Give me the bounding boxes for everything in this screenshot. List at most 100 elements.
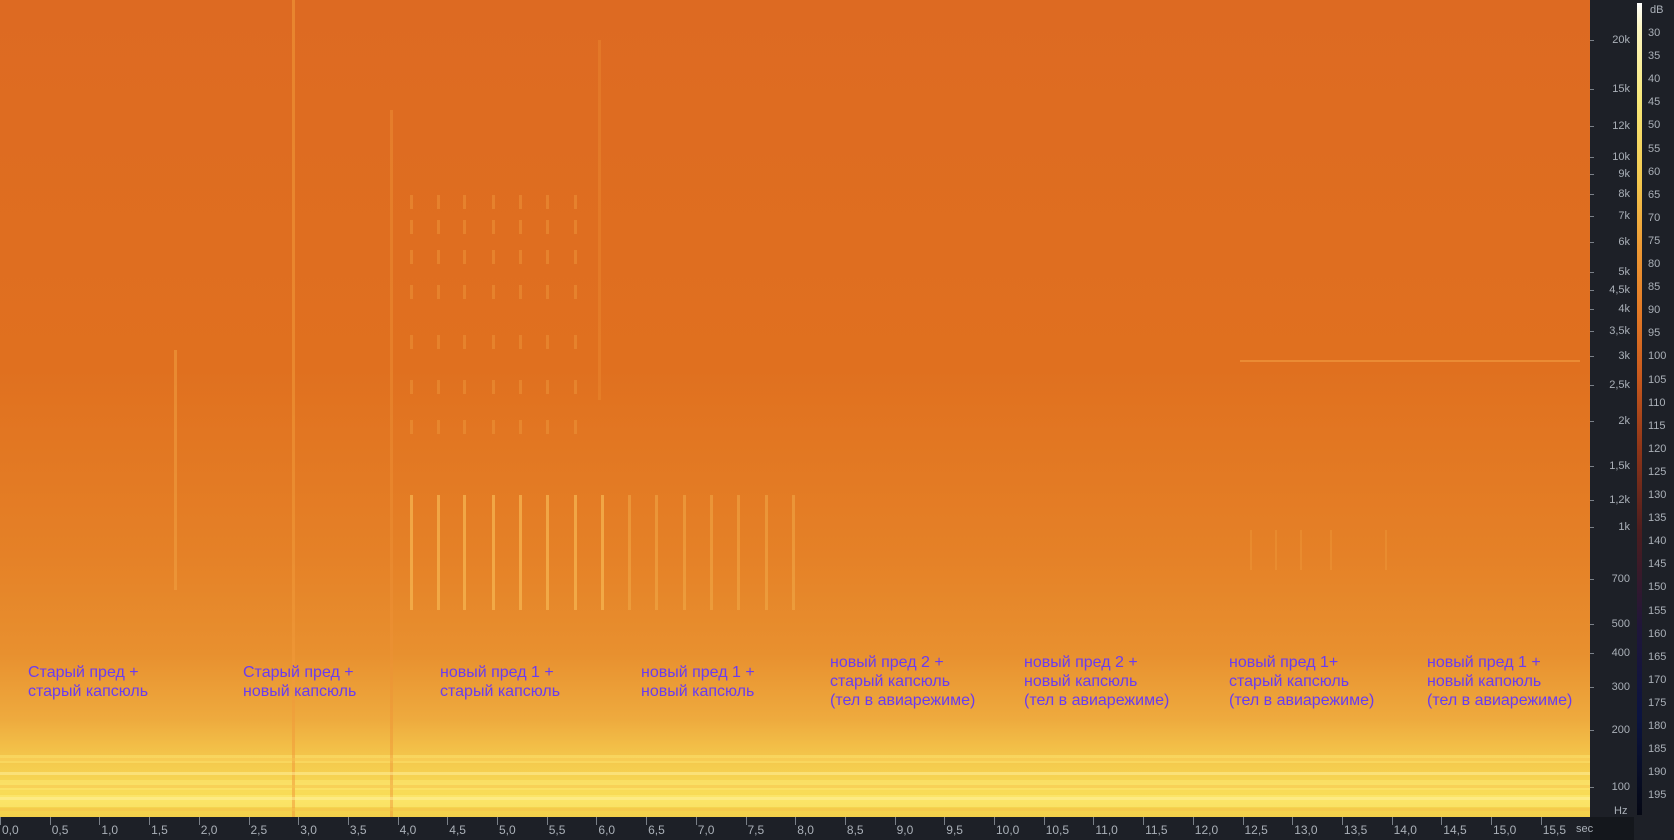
time-tick-mark	[347, 817, 349, 825]
frequency-tick-label: 5k	[1618, 266, 1630, 279]
time-tick-label: 8,0	[797, 823, 814, 837]
spectral-streak	[410, 380, 413, 394]
spectrogram-view[interactable]: Старый пред + старый капсюль Старый пред …	[0, 0, 1590, 817]
time-tick-mark	[99, 817, 101, 825]
frequency-tick-mark	[1590, 686, 1594, 688]
spectral-streak	[546, 250, 549, 264]
spectral-streak	[463, 250, 466, 264]
time-tick-label: 13,5	[1343, 823, 1368, 837]
level-tick-label: 170	[1648, 673, 1667, 686]
spectral-streak	[574, 380, 577, 394]
spectral-streak	[492, 195, 495, 209]
time-tick-label: 5,5	[548, 823, 566, 837]
frequency-tick-mark	[1590, 355, 1594, 357]
spectral-streak	[519, 495, 522, 610]
spectral-streak	[574, 420, 577, 434]
spectral-streak	[437, 420, 440, 434]
time-tick-label: 12,5	[1244, 823, 1268, 837]
time-tick-label: 3,5	[349, 823, 367, 837]
time-tick-mark	[596, 817, 598, 825]
frequency-tick-mark	[1590, 420, 1594, 422]
spectral-streak	[519, 335, 522, 349]
spectral-streak	[0, 808, 1590, 811]
frequency-tick-label: 1k	[1618, 521, 1630, 534]
time-tick-mark	[1540, 817, 1542, 825]
frequency-tick-label: 7k	[1618, 210, 1630, 223]
spectral-streak	[519, 195, 522, 209]
annotation-label: новый пред 1 + старый капсюль	[440, 664, 561, 700]
spectral-streak	[1240, 360, 1580, 362]
frequency-tick-mark	[1590, 174, 1594, 176]
level-tick-label: 60	[1648, 165, 1661, 178]
level-tick-label: 125	[1648, 465, 1667, 478]
level-tick-label: 85	[1648, 281, 1661, 294]
spectral-streak	[574, 195, 577, 209]
time-tick-mark	[497, 817, 498, 825]
spectral-streak	[463, 420, 466, 434]
frequency-tick-mark	[1590, 527, 1594, 529]
time-tick-mark	[447, 817, 449, 825]
frequency-tick-label: 700	[1611, 572, 1630, 585]
frequency-tick-mark	[1590, 272, 1594, 274]
spectral-streak	[574, 250, 577, 264]
time-tick-mark	[844, 817, 846, 825]
level-unit-label: dB	[1650, 4, 1664, 16]
spectral-streak	[519, 285, 522, 299]
level-tick-label: 70	[1648, 211, 1661, 224]
frequency-tick-label: 3,5k	[1609, 324, 1630, 337]
time-tick-label: 10,5	[1045, 823, 1070, 837]
time-tick-mark	[944, 817, 946, 825]
time-tick-label: 5,0	[499, 823, 516, 837]
level-tick-label: 105	[1648, 373, 1667, 386]
level-tick-label: 50	[1648, 119, 1661, 132]
frequency-tick-label: 300	[1611, 680, 1630, 693]
spectral-streak	[574, 335, 577, 349]
spectral-streak	[410, 420, 413, 434]
spectral-streak	[683, 495, 686, 610]
time-tick-label: 11,5	[1145, 823, 1168, 837]
spectral-streak	[546, 285, 549, 299]
annotation-label: Старый пред + старый капсюль	[28, 664, 149, 700]
spectral-streak	[174, 350, 177, 590]
time-tick-mark	[1143, 817, 1145, 825]
time-tick-label: 11,0	[1095, 823, 1118, 837]
spectral-streak	[492, 220, 495, 234]
frequency-tick-label: 8k	[1618, 188, 1630, 201]
time-axis: 0,0 0,5 1,0 1,5 2,0 2,5 3,0 3,5 4,0 4,5 5,0 5,5 6,0 6…	[0, 817, 1590, 840]
spectral-streak	[463, 220, 466, 234]
spectral-streak	[463, 380, 466, 394]
time-tick-mark	[1491, 817, 1492, 825]
spectral-streak	[546, 420, 549, 434]
annotation-label: новый пред 1+ старый капсюль (тел в авиаре…	[1229, 654, 1375, 709]
time-tick-mark	[149, 817, 151, 825]
spectral-streak	[492, 495, 495, 610]
time-tick-mark	[1292, 817, 1294, 825]
spectral-streak	[574, 285, 577, 299]
spectral-streak	[410, 195, 413, 209]
spectral-streak	[1275, 530, 1277, 570]
spectral-streak	[601, 495, 604, 610]
spectral-streak	[598, 40, 601, 400]
spectral-streak	[492, 250, 495, 264]
spectral-streak	[737, 495, 740, 610]
time-tick-mark	[1192, 817, 1194, 825]
spectral-streak	[437, 335, 440, 349]
spectral-streak	[410, 285, 413, 299]
frequency-tick-mark	[1590, 729, 1594, 731]
frequency-tick-mark	[1590, 241, 1594, 243]
time-tick-mark	[1043, 817, 1045, 825]
level-tick-label: 135	[1648, 512, 1667, 525]
time-tick-mark	[0, 817, 1, 825]
time-tick-label: 12,0	[1194, 823, 1219, 837]
level-tick-label: 75	[1648, 234, 1661, 247]
time-tick-label: 7,0	[697, 823, 715, 837]
spectral-streak	[792, 495, 795, 610]
level-tick-label: 130	[1648, 489, 1667, 501]
time-tick-mark	[646, 817, 648, 825]
time-tick-mark	[994, 817, 995, 825]
time-tick-mark	[1093, 817, 1095, 825]
frequency-tick-label: 3k	[1618, 349, 1630, 362]
frequency-tick-mark	[1590, 652, 1594, 654]
frequency-tick-mark	[1590, 126, 1594, 128]
spectral-streak	[437, 495, 440, 610]
